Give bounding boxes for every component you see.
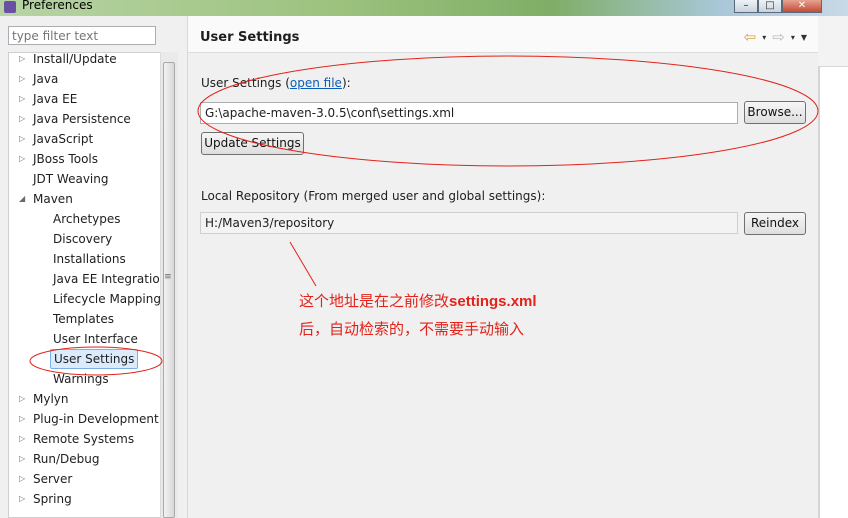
tree-selection-highlight-ellipse xyxy=(29,346,163,376)
annotation-overlay xyxy=(29,55,819,376)
annotation-pointer-line xyxy=(289,241,317,287)
settings-highlight-ellipse xyxy=(197,55,819,167)
